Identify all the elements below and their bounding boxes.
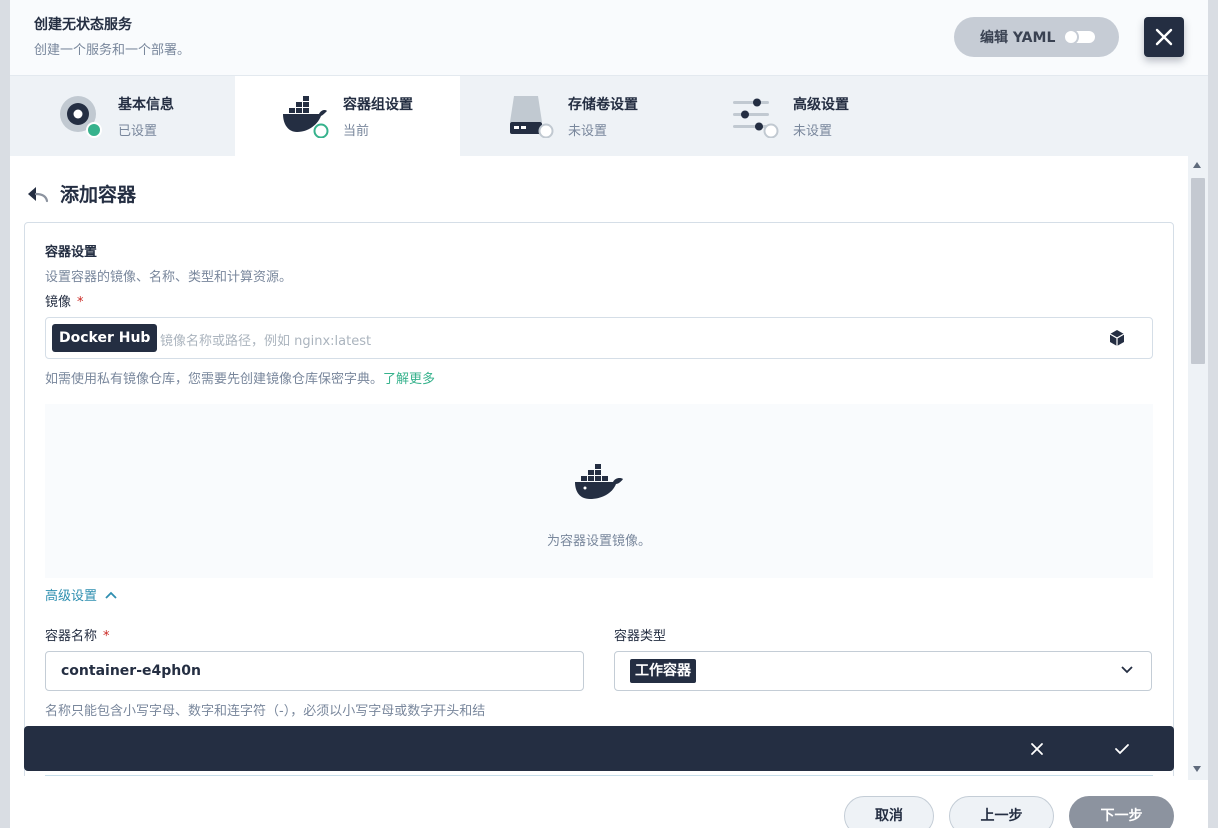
close-button[interactable] <box>1144 17 1184 57</box>
disk-icon <box>60 96 102 138</box>
required-mark: * <box>77 295 84 310</box>
container-type-select[interactable]: 工作容器 <box>614 651 1152 691</box>
edit-yaml-toggle[interactable]: 编辑 YAML <box>954 17 1119 57</box>
step-status: 当前 <box>343 124 370 139</box>
step-status: 未设置 <box>568 124 608 139</box>
check-icon[interactable] <box>1114 742 1130 756</box>
image-search-input[interactable]: Docker Hub 镜像名称或路径，例如 nginx:latest <box>45 317 1153 359</box>
image-label: 镜像 * <box>45 291 84 310</box>
container-type-label: 容器类型 <box>614 629 667 644</box>
close-icon <box>1155 28 1173 46</box>
registry-badge[interactable]: Docker Hub <box>52 324 158 352</box>
content-scrollbar[interactable] <box>1188 156 1208 780</box>
step-pod-settings[interactable]: 容器组设置 当前 <box>235 76 460 156</box>
create-deployment-modal: 创建无状态服务 创建一个服务和一个部署。 编辑 YAML 基本信息 已设置 容器… <box>10 0 1208 828</box>
modal-header: 创建无状态服务 创建一个服务和一个部署。 编辑 YAML <box>10 0 1208 76</box>
docker-whale-icon <box>575 464 623 499</box>
scroll-thumb[interactable] <box>1191 178 1205 364</box>
image-placeholder: 镜像名称或路径，例如 nginx:latest <box>160 334 372 349</box>
edit-yaml-label: 编辑 YAML <box>980 30 1056 46</box>
sliders-icon <box>733 98 779 138</box>
scroll-down-arrow[interactable] <box>1193 766 1201 772</box>
step-status: 已设置 <box>118 124 158 139</box>
step-title: 基本信息 <box>118 97 174 113</box>
step-storage-settings[interactable]: 存储卷设置 未设置 <box>460 76 685 156</box>
step-status: 未设置 <box>793 124 833 139</box>
image-empty-state: 为容器设置镜像。 <box>45 404 1153 578</box>
section-description: 设置容器的镜像、名称、类型和计算资源。 <box>45 270 293 285</box>
chevron-up-icon <box>105 591 117 599</box>
container-settings-panel: 容器设置 设置容器的镜像、名称、类型和计算资源。 镜像 * Docker Hub … <box>24 222 1174 776</box>
container-name-label-text: 容器名称 <box>45 629 98 644</box>
info-strip <box>45 775 1153 776</box>
private-hint-text: 如需使用私有镜像仓库，您需要先创建镜像仓库保密字典。 <box>45 372 384 387</box>
confirm-action-bar <box>24 726 1174 771</box>
advanced-settings-toggle[interactable]: 高级设置 <box>45 585 117 604</box>
back-arrow-icon[interactable] <box>26 184 50 204</box>
cancel-button[interactable]: 取消 <box>844 796 934 828</box>
container-name-hint: 名称只能包含小写字母、数字和连字符（-），必须以小写字母或数字开头和结 <box>45 704 486 719</box>
page-title: 添加容器 <box>60 184 137 206</box>
image-label-text: 镜像 <box>45 295 72 310</box>
wizard-steps: 基本信息 已设置 容器组设置 当前 存储卷设置 未设置 高级设置 未设置 <box>10 76 1208 156</box>
previous-button[interactable]: 上一步 <box>949 796 1054 828</box>
required-mark: * <box>103 629 110 644</box>
scroll-up-arrow[interactable] <box>1193 162 1201 168</box>
section-title: 容器设置 <box>45 245 98 260</box>
close-icon[interactable] <box>1030 742 1044 756</box>
back-row: 添加容器 <box>26 180 136 207</box>
modal-description: 创建一个服务和一个部署。 <box>34 43 191 58</box>
storage-volume-icon <box>510 96 554 138</box>
step-advanced-settings[interactable]: 高级设置 未设置 <box>685 76 910 156</box>
modal-content: 添加容器 容器设置 设置容器的镜像、名称、类型和计算资源。 镜像 * Docker… <box>10 156 1190 776</box>
next-button[interactable]: 下一步 <box>1069 796 1174 828</box>
yaml-switch[interactable] <box>1063 29 1096 45</box>
step-title: 高级设置 <box>793 97 849 113</box>
modal-title: 创建无状态服务 <box>34 17 132 33</box>
chevron-down-icon <box>1121 666 1133 674</box>
advanced-settings-label: 高级设置 <box>45 589 98 604</box>
cube-icon[interactable] <box>1109 329 1125 347</box>
container-type-value: 工作容器 <box>630 659 696 683</box>
docker-whale-icon <box>283 96 329 138</box>
step-basic-info[interactable]: 基本信息 已设置 <box>10 76 235 156</box>
empty-state-text: 为容器设置镜像。 <box>546 534 651 549</box>
private-registry-hint: 如需使用私有镜像仓库，您需要先创建镜像仓库保密字典。了解更多 <box>45 368 435 387</box>
step-title: 存储卷设置 <box>568 97 638 113</box>
learn-more-link[interactable]: 了解更多 <box>383 372 435 387</box>
container-name-label: 容器名称 * <box>45 625 110 644</box>
container-name-input[interactable]: container-e4ph0n <box>45 651 584 691</box>
step-title: 容器组设置 <box>343 97 413 113</box>
